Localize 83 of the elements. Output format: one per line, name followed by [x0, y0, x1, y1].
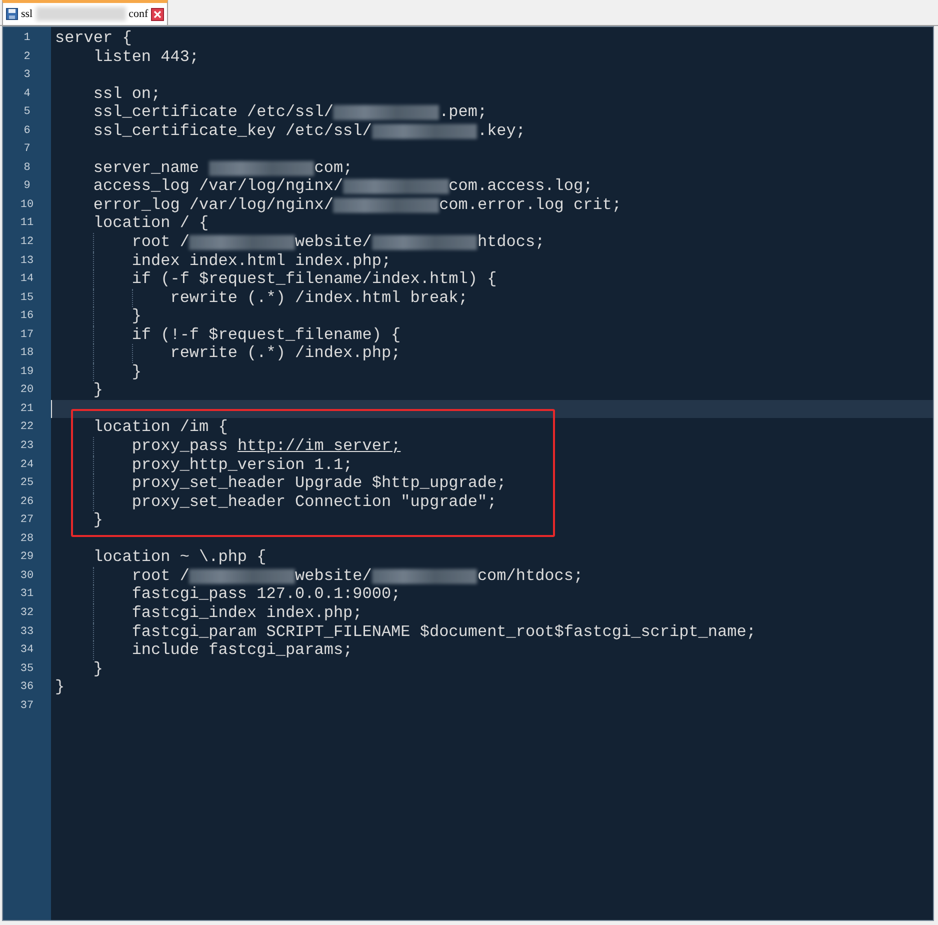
- line-number: 21: [19, 402, 35, 417]
- line-number: 8: [22, 160, 32, 176]
- code-text: root /: [130, 233, 190, 252]
- code-text: server {: [55, 29, 132, 48]
- code-text: proxy_pass: [130, 437, 229, 456]
- line-number: 5: [22, 105, 32, 120]
- line-number: 30: [19, 568, 35, 584]
- line-number: 22: [19, 420, 35, 436]
- line-number: 11: [19, 216, 35, 232]
- line-number: 17: [19, 328, 35, 343]
- line-number: 20: [19, 383, 35, 398]
- line-number: 33: [19, 624, 35, 640]
- code-text: ssl_certificate_key /etc/ssl/: [92, 122, 372, 140]
- code-text: location ~ \.php {: [92, 548, 266, 567]
- line-number: 35: [19, 662, 35, 677]
- file-tab[interactable]: ssl conf: [2, 0, 168, 25]
- code-text: com.error.log crit;: [439, 196, 622, 214]
- line-number: 12: [19, 235, 35, 250]
- code-text: include fastcgi_params;: [130, 641, 353, 660]
- code-text: .pem;: [439, 103, 488, 122]
- code-text: fastcgi_param SCRIPT_FILENAME $document_root$fastcgi_script_name;: [130, 622, 756, 642]
- code-text: rewrite (.*) /index.html break;: [169, 288, 468, 308]
- code-text: }: [92, 660, 104, 678]
- line-number: 9: [22, 179, 32, 194]
- line-number: 10: [19, 198, 35, 213]
- code-text: rewrite (.*) /index.php;: [169, 344, 401, 363]
- code-text: proxy_set_header Connection "upgrade";: [130, 492, 497, 512]
- line-number: 31: [19, 587, 35, 602]
- line-number: 3: [22, 68, 32, 84]
- line-number: 14: [19, 272, 35, 288]
- code-text: com.access.log;: [448, 177, 593, 196]
- line-number: 1: [22, 31, 32, 46]
- line-number: 27: [19, 513, 35, 528]
- line-number: 32: [19, 606, 35, 621]
- code-text: }: [130, 307, 142, 326]
- code-text: com;: [314, 158, 353, 178]
- code-text: proxy_http_version 1.1;: [130, 456, 353, 474]
- code-text: location /im {: [92, 418, 228, 438]
- code-text: fastcgi_index index.php;: [130, 604, 362, 622]
- code-text: if (-f $request_filename/index.html) {: [130, 270, 497, 289]
- code-text: }: [130, 362, 142, 382]
- code-text: ssl_certificate /etc/ssl/: [92, 103, 334, 122]
- code-text: if (!-f $request_filename) {: [130, 326, 401, 344]
- line-number: 6: [22, 124, 32, 139]
- code-text: location / {: [92, 214, 209, 234]
- code-text: root /: [130, 566, 190, 586]
- code-text: index index.html index.php;: [130, 252, 392, 270]
- line-number: 34: [19, 643, 35, 658]
- code-text: htdocs;: [477, 233, 545, 252]
- line-number: 2: [22, 50, 32, 65]
- line-number: 25: [19, 476, 35, 492]
- code-text: error_log /var/log/nginx/: [92, 196, 334, 214]
- code-text: fastcgi_pass 127.0.0.1:9000;: [130, 585, 401, 604]
- line-number: 7: [22, 142, 32, 158]
- line-number: 26: [19, 494, 35, 510]
- code-link[interactable]: http://im_server;: [237, 437, 401, 456]
- line-number: 36: [19, 680, 35, 696]
- close-icon[interactable]: [151, 8, 164, 20]
- code-text: listen 443;: [92, 48, 200, 66]
- code-text: website/: [295, 233, 372, 252]
- line-number: 16: [19, 309, 35, 324]
- line-number: 18: [19, 346, 35, 362]
- line-number: 4: [22, 86, 32, 102]
- code-text: server_name: [92, 158, 200, 178]
- line-number: 24: [19, 458, 35, 473]
- line-number: 15: [19, 290, 35, 306]
- code-text: }: [92, 511, 104, 530]
- line-number: 37: [19, 698, 35, 714]
- line-number: 19: [19, 364, 35, 380]
- line-number: 13: [19, 254, 35, 269]
- code-text: .key;: [477, 122, 526, 140]
- line-number: 23: [19, 439, 35, 454]
- code-text: website/: [295, 566, 372, 586]
- code-text: }: [55, 678, 65, 697]
- line-number: 29: [19, 550, 35, 566]
- line-number: 28: [19, 532, 35, 547]
- tab-title-end: conf: [128, 8, 148, 20]
- code-text: ssl on;: [92, 84, 161, 104]
- code-text: access_log /var/log/nginx/: [92, 177, 344, 196]
- code-text: }: [92, 381, 104, 400]
- tab-title-start: ssl: [21, 8, 33, 20]
- code-text: com/htdocs;: [477, 566, 584, 586]
- code-text: proxy_set_header Upgrade $http_upgrade;: [130, 474, 506, 493]
